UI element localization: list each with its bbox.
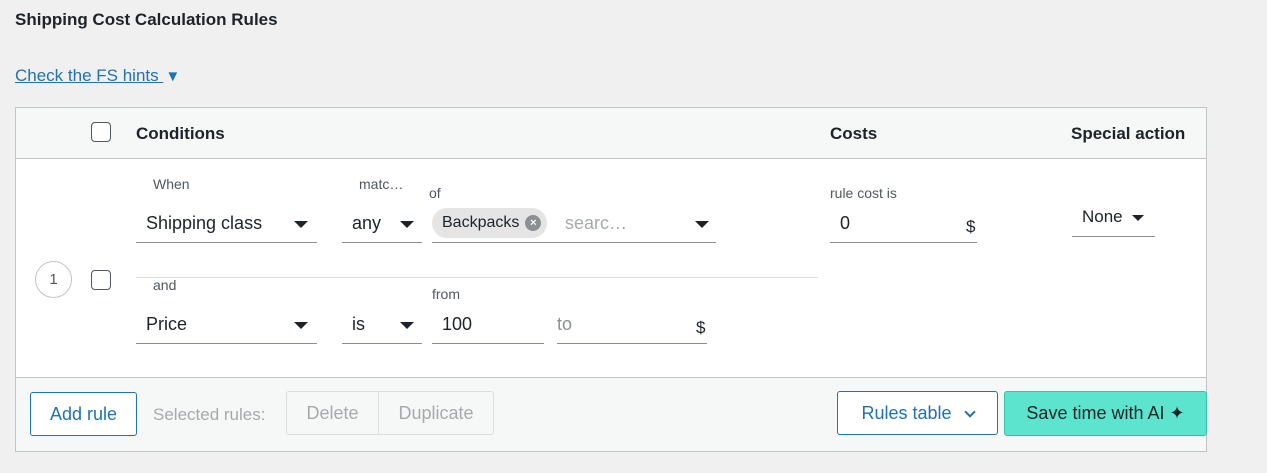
selected-chip: Backpacks ×	[432, 208, 548, 238]
chevron-down-icon	[294, 322, 308, 329]
fs-hints-label: Check the FS hints	[15, 66, 159, 85]
match-value: any	[352, 213, 382, 233]
header-conditions: Conditions	[136, 124, 225, 143]
label-of: of	[429, 185, 441, 201]
price-to-input[interactable]: to $	[557, 308, 707, 344]
chevron-down-icon	[695, 221, 709, 228]
label-and: and	[153, 277, 177, 293]
rules-table-label: Rules table	[861, 403, 952, 423]
duplicate-button[interactable]: Duplicate	[378, 391, 494, 435]
chip-label: Backpacks	[442, 214, 520, 231]
multiselect-search-placeholder[interactable]: searc…	[565, 213, 627, 234]
delete-button[interactable]: Delete	[286, 391, 379, 435]
condition-type-select[interactable]: Shipping class	[136, 207, 317, 243]
chevron-down-icon	[400, 322, 414, 329]
condition-type-value: Shipping class	[146, 213, 263, 233]
triangle-down-icon: ▼	[165, 68, 181, 85]
operator-select[interactable]: is	[342, 308, 422, 344]
rule-cost-input[interactable]: 0 $	[830, 207, 977, 243]
selected-rules-label: Selected rules:	[153, 405, 266, 424]
add-rule-button[interactable]: Add rule	[30, 392, 137, 436]
match-select[interactable]: any	[342, 207, 422, 243]
special-action-value: None	[1082, 207, 1123, 226]
table-header: Conditions Costs Special action	[16, 108, 1206, 159]
price-from-input[interactable]: 100	[432, 308, 544, 344]
condition2-type-select[interactable]: Price	[136, 308, 317, 344]
fs-hints-link[interactable]: Check the FS hints ▼	[15, 66, 180, 86]
remove-chip-icon[interactable]: ×	[525, 215, 542, 231]
rules-table: Conditions Costs Special action 1 When m…	[15, 107, 1207, 452]
price-to-placeholder: to	[557, 314, 573, 334]
chevron-down-icon	[1132, 215, 1144, 221]
special-action-select[interactable]: None	[1072, 199, 1155, 237]
save-time-with-ai-button[interactable]: Save time with AI ✦	[1004, 391, 1207, 436]
rule-cost-value: 0	[840, 213, 851, 233]
operator-value: is	[352, 314, 365, 334]
table-footer: Add rule Selected rules: Delete Duplicat…	[16, 377, 1207, 451]
price-from-value: 100	[442, 314, 473, 334]
rule-checkbox[interactable]	[91, 270, 111, 290]
header-special-action: Special action	[1071, 124, 1186, 143]
section-title: Shipping Cost Calculation Rules	[15, 10, 278, 29]
label-when: When	[153, 176, 190, 192]
condition2-type-value: Price	[146, 314, 188, 334]
rule-number: 1	[35, 261, 72, 298]
label-from: from	[432, 286, 460, 302]
header-costs: Costs	[830, 124, 878, 143]
condition-divider	[136, 277, 818, 278]
chevron-down-icon	[963, 406, 976, 418]
select-all-checkbox[interactable]	[91, 122, 111, 142]
label-rule-cost: rule cost is	[830, 185, 897, 201]
chevron-down-icon	[294, 221, 308, 228]
label-match: matc…	[359, 176, 404, 192]
rules-table-button[interactable]: Rules table	[837, 391, 998, 435]
chevron-down-icon	[400, 221, 414, 228]
currency-symbol: $	[696, 318, 706, 337]
currency-symbol: $	[966, 217, 976, 236]
